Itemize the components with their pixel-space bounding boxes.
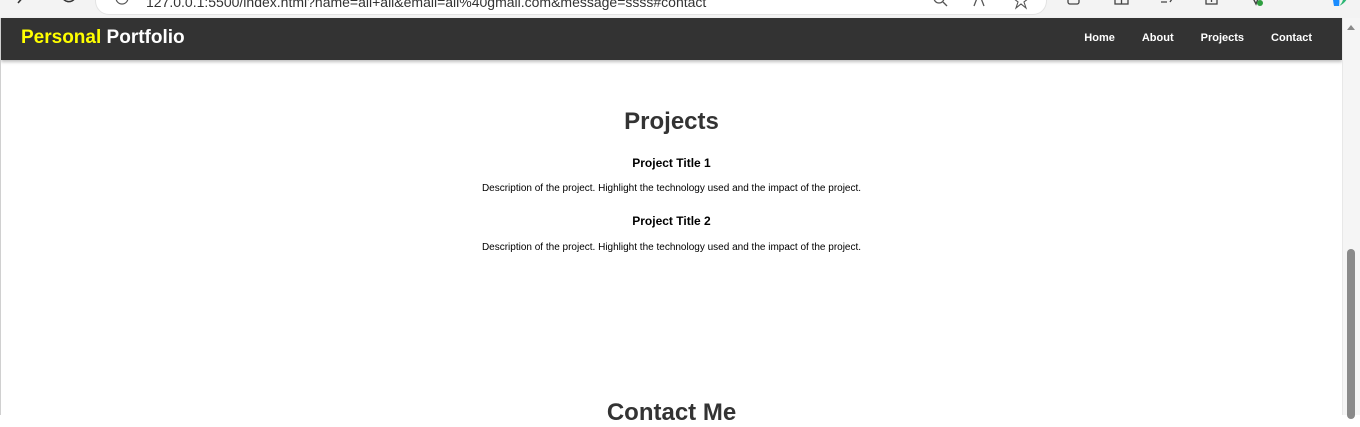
url-text[interactable]: 127.0.0.1:5500/index.html?name=ali+ali&e… <box>146 0 706 10</box>
project-description: Description of the project. Highlight th… <box>481 242 862 253</box>
nav-links: Home About Projects Contact <box>1057 32 1312 44</box>
scroll-up-arrow-icon[interactable] <box>1347 25 1355 30</box>
site-navbar: Personal Portfolio Home About Projects C… <box>1 18 1342 60</box>
refresh-icon[interactable] <box>60 0 76 10</box>
extensions-icon[interactable] <box>1066 0 1082 10</box>
read-aloud-icon[interactable] <box>971 0 987 10</box>
nav-link-contact[interactable]: Contact <box>1271 32 1312 44</box>
more-options-icon[interactable] <box>1292 0 1308 10</box>
split-screen-icon[interactable] <box>1114 0 1130 10</box>
copilot-icon[interactable] <box>1330 0 1352 10</box>
scrollbar-thumb[interactable] <box>1347 249 1355 419</box>
zoom-icon[interactable] <box>932 0 948 10</box>
favorites-list-icon[interactable] <box>1160 0 1176 10</box>
collections-icon[interactable] <box>1204 0 1220 10</box>
browser-essentials-icon[interactable] <box>1248 0 1264 10</box>
nav-link-home[interactable]: Home <box>1084 32 1115 44</box>
contact-heading: Contact Me <box>606 399 737 426</box>
browser-toolbar: 127.0.0.1:5500/index.html?name=ali+ali&e… <box>0 0 1360 18</box>
logo-text: Portfolio <box>106 27 185 48</box>
site-logo[interactable]: Personal Portfolio <box>21 27 185 49</box>
page-content: Projects Project Title 1 Description of … <box>1 60 1342 426</box>
back-arrow-icon[interactable] <box>14 0 30 10</box>
project-title: Project Title 1 <box>632 156 711 170</box>
favorite-star-icon[interactable] <box>1013 0 1029 10</box>
project-title: Project Title 2 <box>632 214 711 228</box>
nav-link-about[interactable]: About <box>1142 32 1174 44</box>
logo-accent-text: Personal <box>21 27 102 48</box>
projects-heading: Projects <box>624 108 719 135</box>
site-info-icon[interactable] <box>114 0 130 10</box>
project-description: Description of the project. Highlight th… <box>481 183 862 194</box>
nav-link-projects[interactable]: Projects <box>1201 32 1244 44</box>
